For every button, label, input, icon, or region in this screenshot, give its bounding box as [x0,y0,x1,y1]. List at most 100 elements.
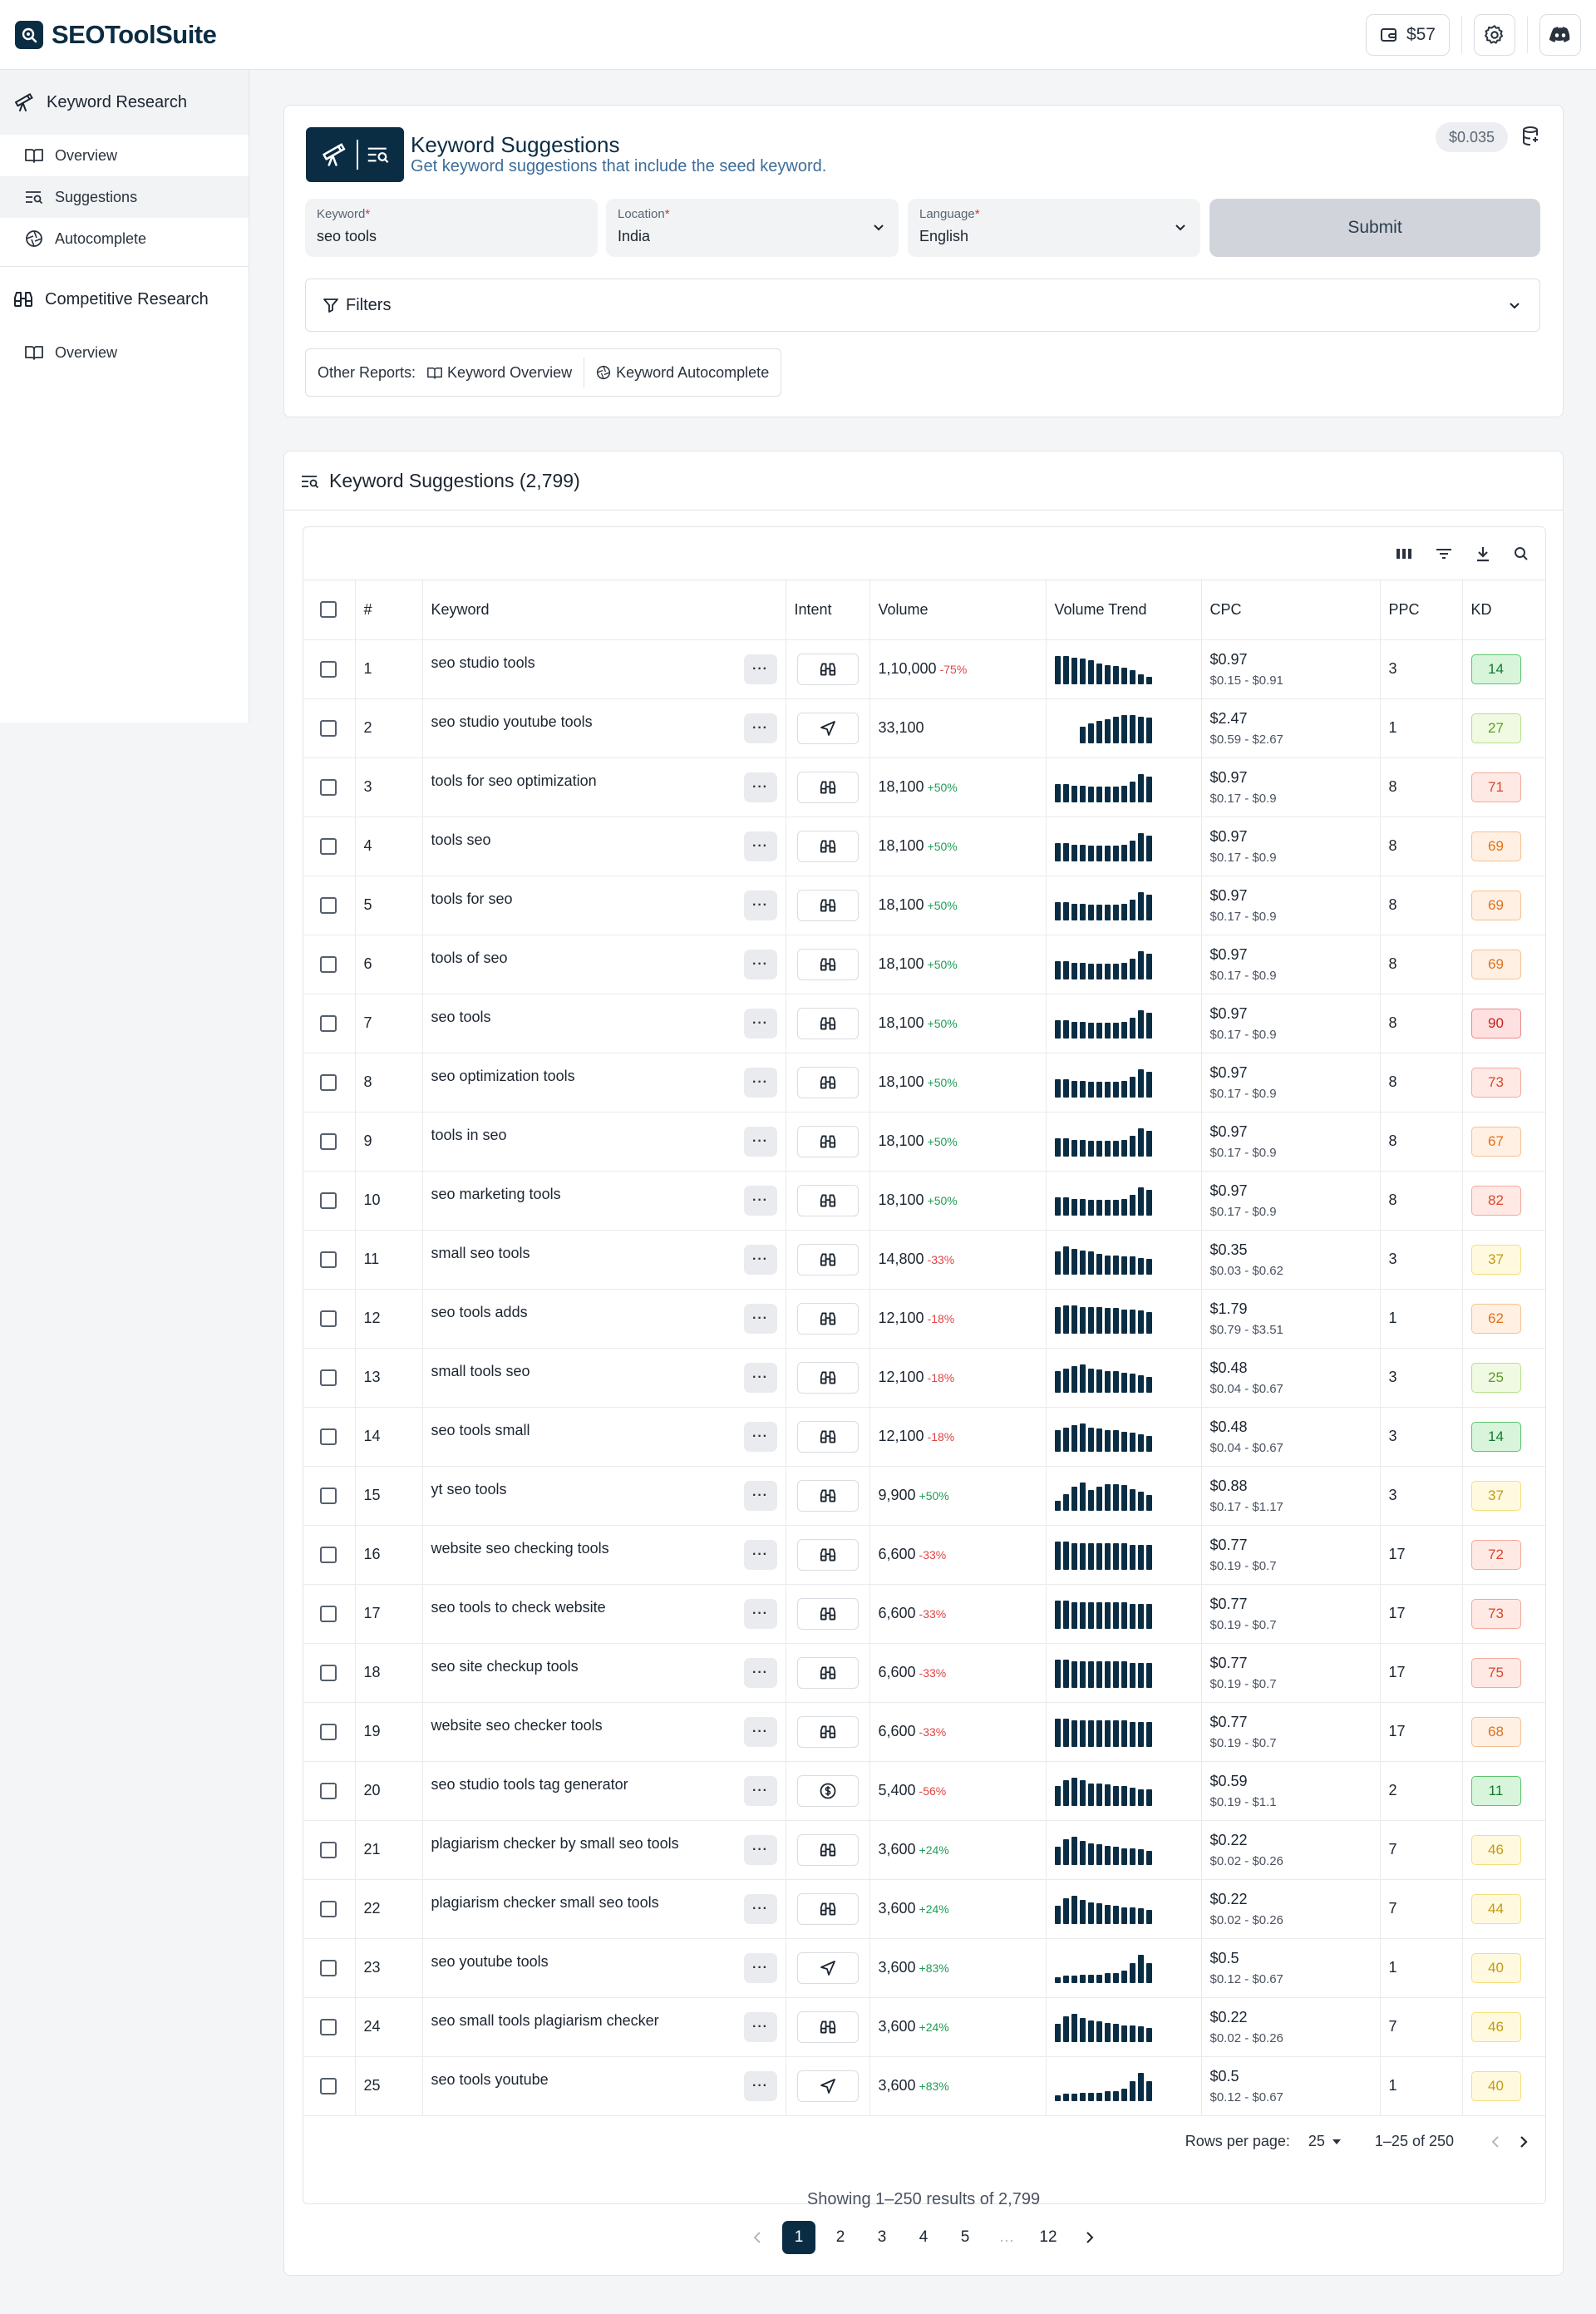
keyword-text[interactable]: seo optimization tools [431,1068,575,1084]
table-row[interactable]: 7 ··· seo tools 18,100 +50% $0.97 $0.17 - $0.9… [303,994,1545,1053]
table-row[interactable]: 21 ··· plagiarism checker by small seo too… [303,1820,1545,1880]
keyword-text[interactable]: seo tools small [431,1422,530,1438]
column-header-kd[interactable]: KD [1462,580,1545,640]
row-checkbox[interactable] [320,955,337,973]
keyword-text[interactable]: plagiarism checker by small seo tools [431,1835,679,1852]
sidebar-item-autocomplete[interactable]: Autocomplete [0,218,249,259]
navigation-icon[interactable] [796,1951,859,1984]
keyword-text[interactable]: small seo tools [431,1245,530,1261]
sidebar-item-suggestions[interactable]: Suggestions [0,176,249,218]
column-header-ppc[interactable]: PPC [1380,580,1463,640]
table-row[interactable]: 16 ··· website seo checking tools 6,600 -33%… [303,1525,1545,1585]
column-header-intent[interactable]: Intent [786,580,870,640]
discord-button[interactable] [1539,13,1581,56]
row-checkbox[interactable] [320,1073,337,1091]
binoculars-icon[interactable] [796,1066,859,1098]
language-select[interactable]: Language* English [908,199,1200,257]
column-header-keyword[interactable]: Keyword [422,580,786,640]
keyword-text[interactable]: tools of seo [431,950,508,966]
more-options-button[interactable]: ··· [743,1244,777,1275]
keyword-text[interactable]: seo tools [431,1009,491,1025]
more-options-button[interactable]: ··· [743,1657,777,1688]
table-row[interactable]: 10 ··· seo marketing tools 18,100 +50% $0.97 $… [303,1171,1545,1231]
table-row[interactable]: 3 ··· tools for seo optimization 18,100 +50%… [303,757,1545,817]
table-row[interactable]: 17 ··· seo tools to check website 6,600 -33%… [303,1584,1545,1644]
location-select[interactable]: Location* India [606,199,899,257]
chevron-left-icon[interactable] [1490,2135,1500,2149]
settings-button[interactable] [1474,13,1515,56]
keyword-text[interactable]: plagiarism checker small seo tools [431,1894,659,1911]
credits-button[interactable]: $57 [1365,13,1450,56]
table-row[interactable]: 8 ··· seo optimization tools 18,100 +50% $0.9… [303,1053,1545,1113]
more-options-button[interactable]: ··· [743,1480,777,1511]
row-checkbox[interactable] [320,1605,337,1622]
app-logo[interactable]: SEOToolSuite [15,20,217,50]
row-checkbox[interactable] [320,1546,337,1563]
keyword-text[interactable]: tools in seo [431,1127,507,1143]
row-checkbox[interactable] [320,1014,337,1032]
submit-button[interactable]: Submit [1209,199,1540,257]
column-header-cpc[interactable]: CPC [1201,580,1381,640]
more-options-button[interactable]: ··· [743,713,777,743]
sidebar-item-overview[interactable]: Overview [0,135,249,176]
table-row[interactable]: 4 ··· tools seo 18,100 +50% $0.97 $0.17 - $0.9… [303,817,1545,876]
binoculars-icon[interactable] [796,1597,859,1630]
more-options-button[interactable]: ··· [743,949,777,979]
keyword-text[interactable]: yt seo tools [431,1481,507,1497]
more-options-button[interactable]: ··· [743,1362,777,1393]
more-options-button[interactable]: ··· [743,2011,777,2042]
more-options-button[interactable]: ··· [743,1421,777,1452]
sidebar-item-competitive-overview[interactable]: Overview [0,332,249,373]
binoculars-icon[interactable] [796,948,859,980]
keyword-overview-link[interactable]: Keyword Overview [427,364,572,382]
binoculars-icon[interactable] [796,2011,859,2043]
more-options-button[interactable]: ··· [743,1185,777,1216]
row-checkbox[interactable] [320,1959,337,1976]
table-row[interactable]: 20 ··· seo studio tools tag generator 5,400… [303,1761,1545,1821]
table-row[interactable]: 9 ··· tools in seo 18,100 +50% $0.97 $0.17 - $… [303,1112,1545,1172]
row-checkbox[interactable] [320,1369,337,1386]
more-options-button[interactable]: ··· [743,772,777,802]
row-checkbox[interactable] [320,1841,337,1858]
binoculars-icon[interactable] [796,830,859,862]
dollar-icon[interactable] [796,1774,859,1807]
table-row[interactable]: 13 ··· small tools seo 12,100 -18% $0.48 $0.04… [303,1348,1545,1408]
binoculars-icon[interactable] [796,1479,859,1512]
rows-per-page-select[interactable]: 25 [1308,2133,1342,2150]
chevron-right-icon[interactable] [1519,2135,1529,2149]
more-options-button[interactable]: ··· [743,1893,777,1924]
navigation-icon[interactable] [796,712,859,744]
table-row[interactable]: 24 ··· seo small tools plagiarism checker 3… [303,1997,1545,2057]
column-header-volume[interactable]: Volume [869,580,1047,640]
binoculars-icon[interactable] [796,1892,859,1925]
binoculars-icon[interactable] [796,1715,859,1748]
keyword-field[interactable]: Keyword* seo tools [305,199,598,257]
binoculars-icon[interactable] [796,1538,859,1571]
row-checkbox[interactable] [320,1192,337,1209]
row-checkbox[interactable] [320,1310,337,1327]
more-options-button[interactable]: ··· [743,1834,777,1865]
more-options-button[interactable]: ··· [743,1952,777,1983]
table-row[interactable]: 23 ··· seo youtube tools 3,600 +83% $0.5 $0.12… [303,1938,1545,1998]
keyword-text[interactable]: tools for seo [431,891,513,907]
more-options-button[interactable]: ··· [743,654,777,684]
row-checkbox[interactable] [320,1664,337,1681]
binoculars-icon[interactable] [796,653,859,685]
binoculars-icon[interactable] [796,889,859,921]
page-button[interactable]: 5 [948,2221,982,2254]
keyword-text[interactable]: small tools seo [431,1363,530,1379]
keyword-text[interactable]: seo studio tools [431,654,535,671]
row-checkbox[interactable] [320,1782,337,1799]
page-button[interactable]: 1 [782,2221,815,2254]
more-options-button[interactable]: ··· [743,1539,777,1570]
row-checkbox[interactable] [320,1251,337,1268]
database-icon[interactable] [1520,126,1540,147]
row-checkbox[interactable] [320,1900,337,1917]
previous-page-icon[interactable] [741,2221,774,2254]
page-button[interactable]: 3 [865,2221,899,2254]
binoculars-icon[interactable] [796,1833,859,1866]
navigation-icon[interactable] [796,2070,859,2102]
keyword-text[interactable]: website seo checking tools [431,1540,609,1557]
column-header-volume-trend[interactable]: Volume Trend [1046,580,1202,640]
row-checkbox[interactable] [320,1428,337,1445]
